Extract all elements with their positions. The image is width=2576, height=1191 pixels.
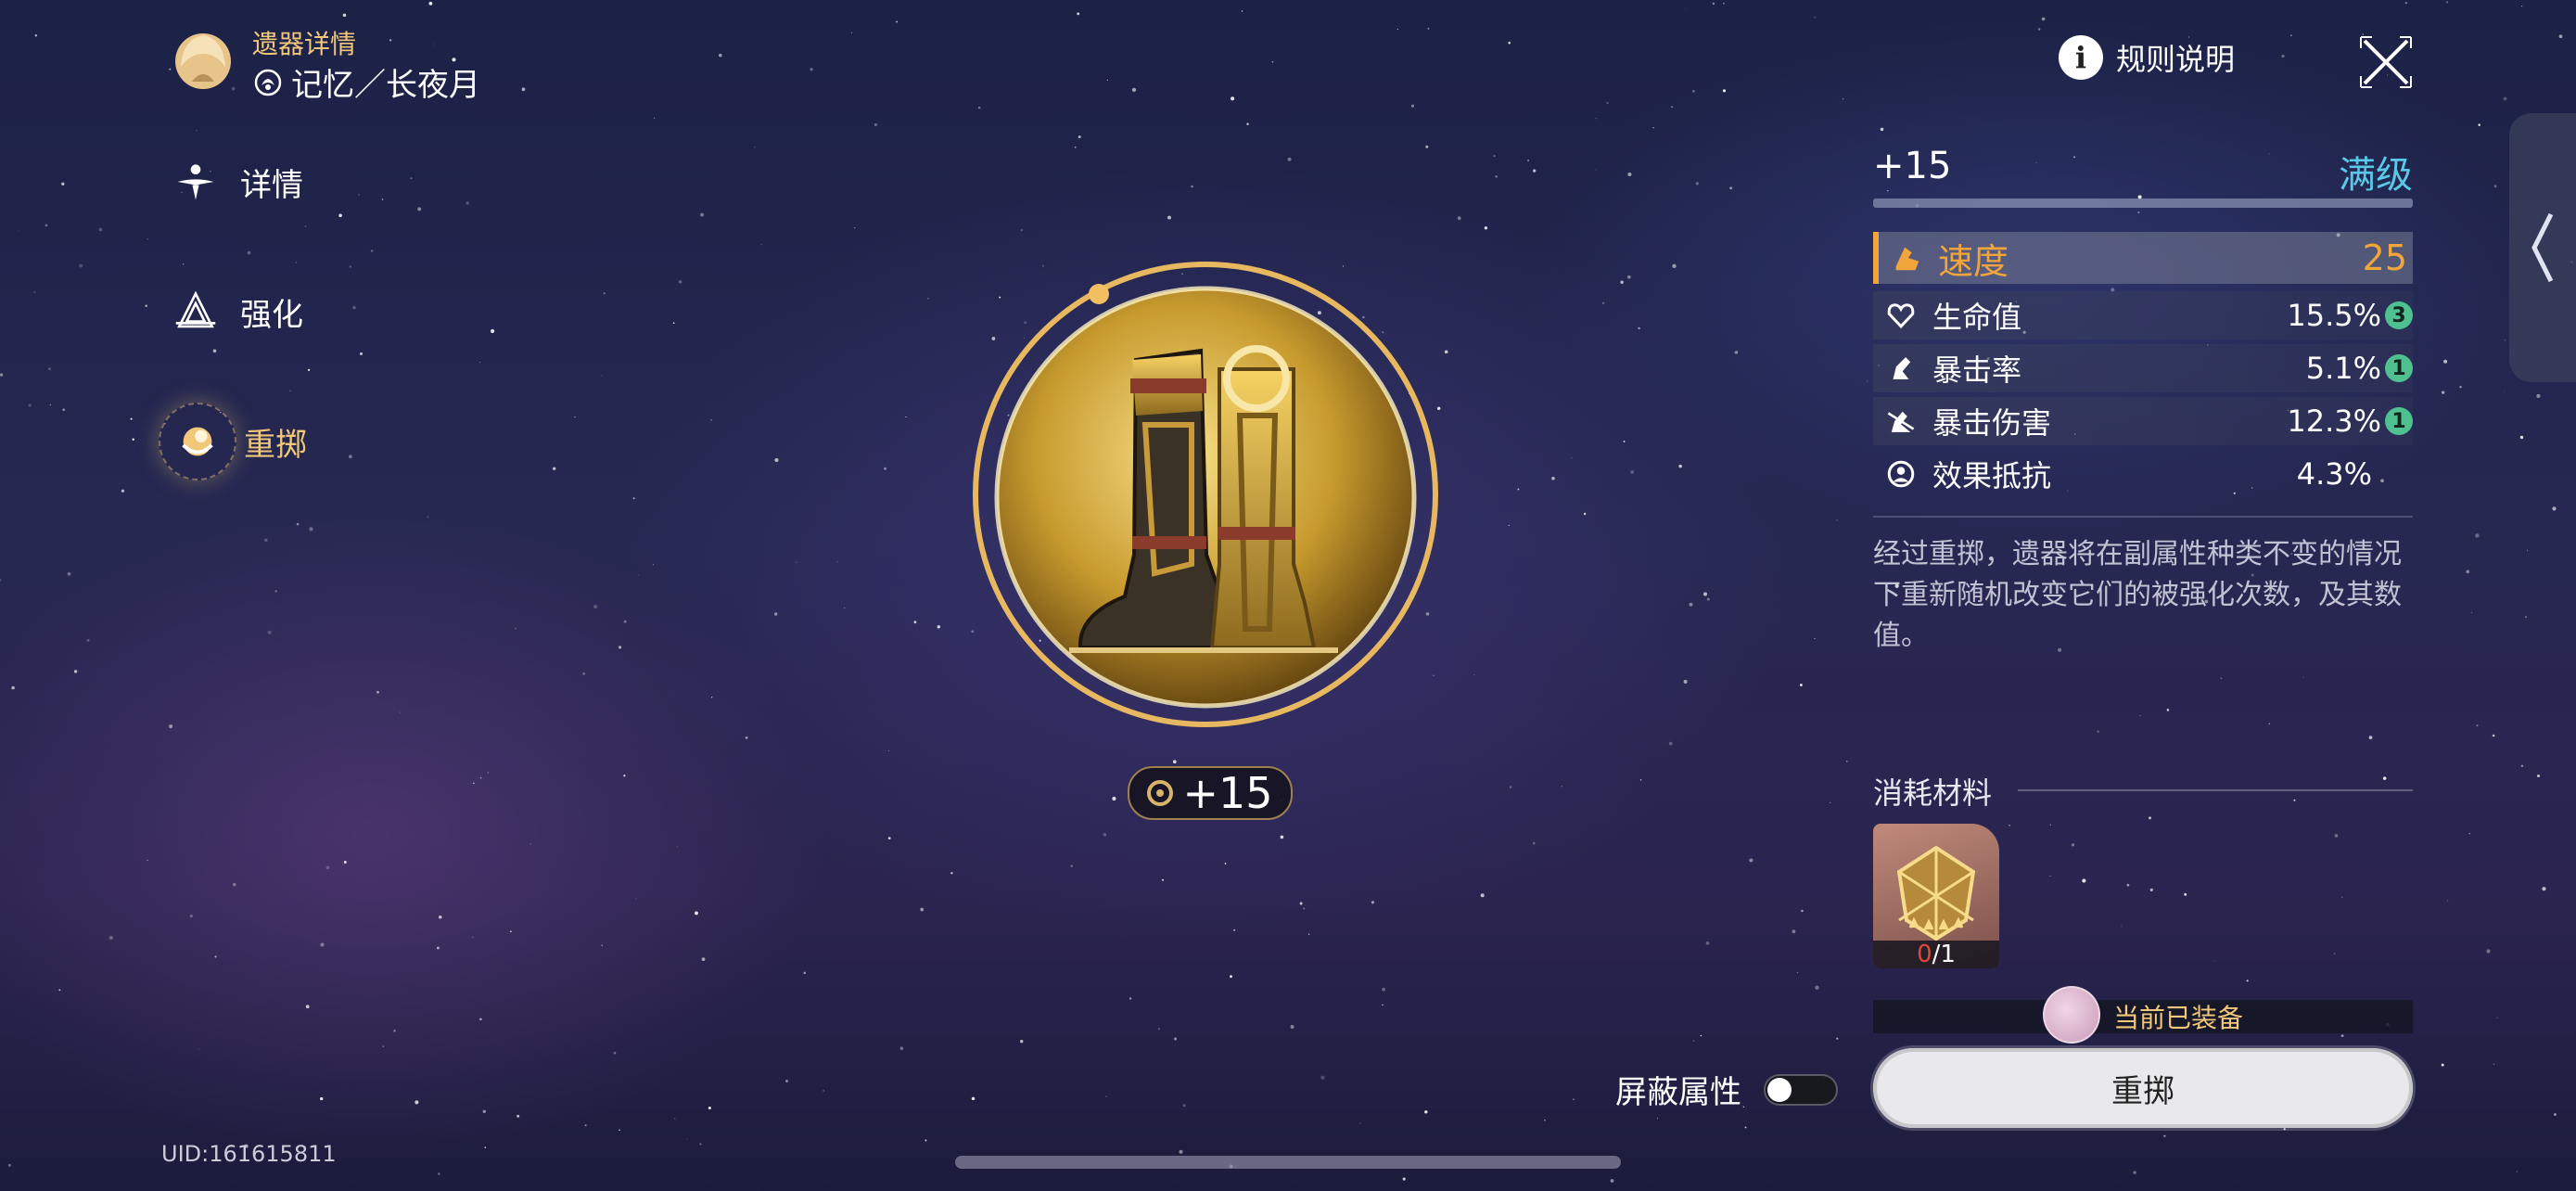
info-icon: i xyxy=(2059,35,2103,80)
rules-button[interactable]: i 规则说明 xyxy=(2059,35,2235,80)
sub-stat-value: 4.3% xyxy=(2296,456,2372,492)
enhance-icon xyxy=(172,288,220,336)
sub-stat-row: 效果抵抗 4.3% xyxy=(1873,450,2413,498)
relic-set-title: 记忆／长夜月 xyxy=(252,59,480,105)
materials-title: 消耗材料 xyxy=(1873,775,1993,811)
divider xyxy=(1873,516,2413,518)
crit-rate-icon xyxy=(1881,348,1921,389)
sub-stat-value: 12.3% xyxy=(2287,403,2381,439)
relic-level-text: +15 xyxy=(1182,768,1273,818)
chevron-left-icon xyxy=(2531,212,2554,283)
speed-icon xyxy=(1886,237,1927,278)
relic-level-row: +15 满级 xyxy=(1873,145,2413,198)
nav-item-details[interactable]: 详情 xyxy=(172,158,303,206)
nav-item-enhance[interactable]: 强化 xyxy=(172,288,303,336)
sub-stat-name: 效果抵抗 xyxy=(1932,458,2052,493)
home-indicator[interactable] xyxy=(955,1156,1621,1169)
rules-label: 规则说明 xyxy=(2116,42,2236,77)
material-count: 0/1 xyxy=(1873,941,1999,968)
sub-stat-value: 5.1% xyxy=(2305,351,2381,386)
material-item[interactable]: 0/1 xyxy=(1873,824,1999,968)
mask-attributes-label: 屏蔽属性 xyxy=(1615,1074,1741,1111)
max-level-label: 满级 xyxy=(2339,154,2413,197)
sub-stat-name: 生命值 xyxy=(1932,300,2022,335)
main-stat-value: 25 xyxy=(2362,237,2407,278)
side-panel-tab[interactable] xyxy=(2509,113,2576,382)
nav-item-reroll[interactable]: 重掷 xyxy=(159,403,307,480)
character-avatar xyxy=(170,26,236,93)
equipped-character-avatar xyxy=(2042,986,2100,1044)
material-have: 0 xyxy=(1917,941,1932,968)
nav-item-label: 强化 xyxy=(240,296,303,334)
roll-count-badge: 3 xyxy=(2385,301,2413,329)
relic-level-badge: +15 xyxy=(1128,766,1293,820)
memory-path-icon xyxy=(254,69,282,96)
reroll-icon xyxy=(159,403,236,480)
main-stat-row: 速度 25 xyxy=(1873,232,2413,284)
level-progress-bar xyxy=(1873,198,2413,208)
reroll-description: 经过重掷，遗器将在副属性种类不变的情况下重新随机改变它们的被强化次数，及其数值。 xyxy=(1873,538,2402,652)
main-stat-name: 速度 xyxy=(1938,240,2009,282)
sub-stat-row: 暴击率 5.1% 1 xyxy=(1873,344,2413,392)
reroll-button[interactable]: 重掷 xyxy=(1873,1048,2413,1128)
close-icon xyxy=(2360,36,2412,88)
sub-stat-name: 暴击伤害 xyxy=(1932,405,2052,441)
toggle-knob xyxy=(1767,1078,1792,1102)
relic-level-value: +15 xyxy=(1873,145,1952,187)
equipped-indicator: 当前已装备 xyxy=(1873,986,2413,1044)
divider xyxy=(2018,789,2413,791)
details-icon xyxy=(172,158,220,206)
roll-count-badge: 1 xyxy=(2385,354,2413,382)
level-ring-icon xyxy=(1147,780,1174,806)
hp-icon xyxy=(1881,295,1921,336)
sub-stat-name: 暴击率 xyxy=(1932,352,2022,388)
close-button[interactable] xyxy=(2359,35,2413,89)
material-need: /1 xyxy=(1932,941,1956,968)
relic-image xyxy=(969,258,1442,731)
mask-attributes-toggle[interactable] xyxy=(1764,1074,1838,1106)
nav-item-label: 重掷 xyxy=(244,426,307,464)
roll-count-badge: 1 xyxy=(2385,407,2413,435)
sub-stat-value: 15.5% xyxy=(2287,298,2381,333)
equipped-label: 当前已装备 xyxy=(2112,1003,2243,1033)
effect-resistance-icon xyxy=(1881,454,1921,494)
nav-item-label: 详情 xyxy=(240,166,303,204)
sub-stat-row: 暴击伤害 12.3% 1 xyxy=(1873,397,2413,445)
crit-damage-icon xyxy=(1881,401,1921,442)
relic-set-title-text: 记忆／长夜月 xyxy=(291,67,480,104)
sub-stat-row: 生命值 15.5% 3 xyxy=(1873,291,2413,339)
uid-label: UID:161615811 xyxy=(161,1141,337,1167)
section-label: 遗器详情 xyxy=(252,29,357,59)
